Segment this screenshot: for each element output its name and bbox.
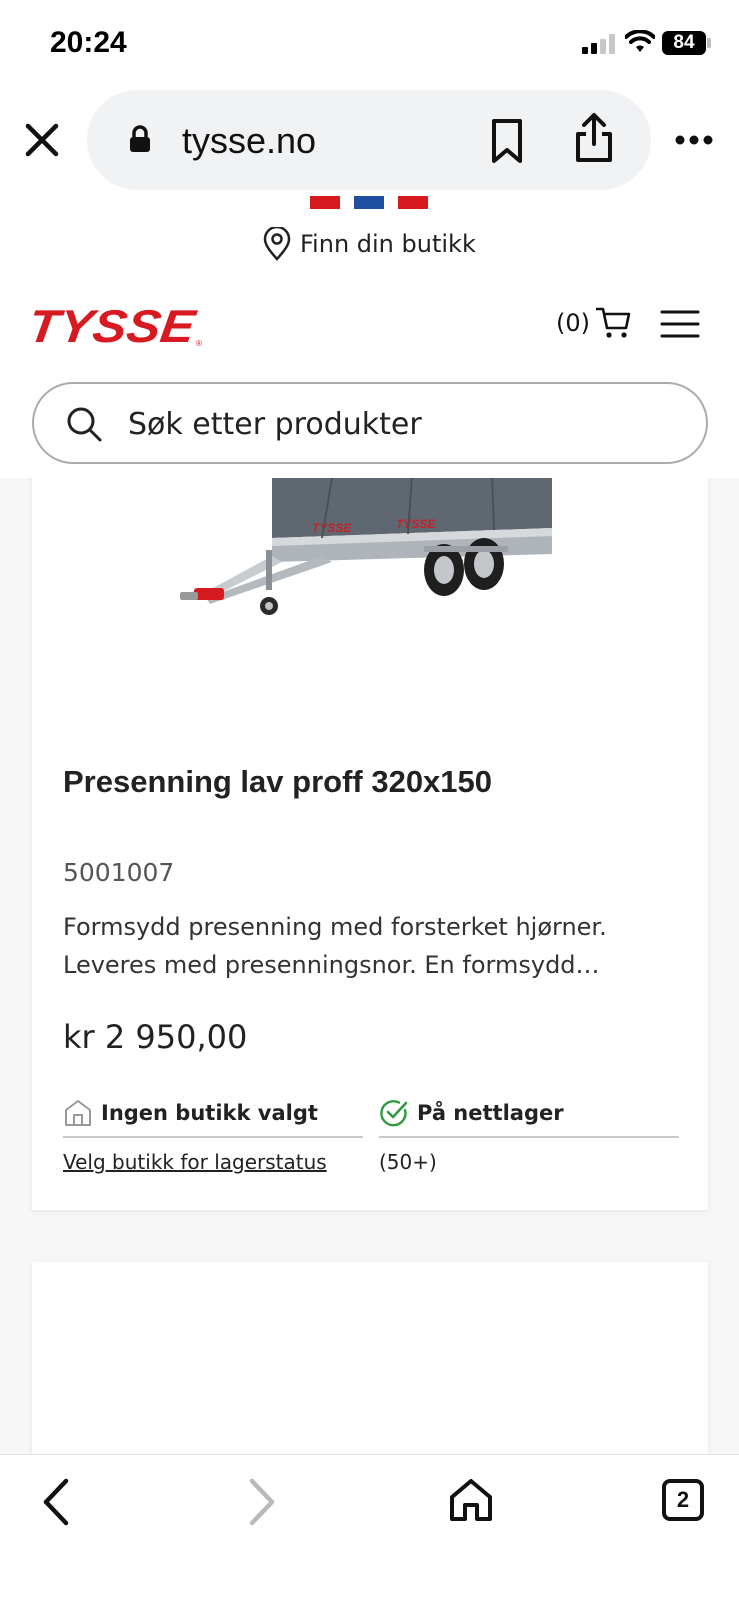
browser-toolbar: 2: [0, 1454, 739, 1600]
search-input[interactable]: [128, 402, 668, 446]
product-sku: 5001007: [63, 858, 175, 887]
forward-icon[interactable]: [244, 1477, 280, 1527]
share-icon[interactable]: [573, 112, 615, 164]
bookmark-icon[interactable]: [489, 118, 525, 164]
signal-icon: [582, 34, 616, 54]
tysse-logo[interactable]: TYSSE ®: [30, 302, 210, 350]
store-stock: Ingen butikk valgt Velg butikk for lager…: [63, 1094, 363, 1174]
battery-indicator: 84: [662, 31, 706, 55]
svg-text:TYSSE: TYSSE: [312, 521, 352, 535]
tabs-button[interactable]: 2: [662, 1479, 704, 1521]
search-box[interactable]: [32, 382, 708, 464]
wifi-icon: [625, 30, 655, 52]
home-icon[interactable]: [448, 1477, 494, 1523]
status-time: 20:24: [50, 26, 127, 59]
check-circle-icon: [380, 1100, 408, 1127]
close-icon[interactable]: [20, 118, 64, 162]
more-icon[interactable]: [674, 134, 714, 146]
product-description: Formsydd presenning med forsterket hjørn…: [63, 913, 607, 979]
status-bar: 20:24 84: [0, 0, 739, 80]
site-header: TYSSE ® (0): [0, 292, 739, 362]
online-stock-heading: På nettlager: [417, 1101, 564, 1125]
address-bar[interactable]: tysse.no: [87, 90, 651, 190]
lock-icon: [130, 125, 150, 152]
store-stock-heading: Ingen butikk valgt: [101, 1101, 318, 1125]
online-stock-header: På nettlager: [379, 1094, 679, 1138]
product-list[interactable]: TYSSE TYSSE Presenning lav proff 320x150…: [0, 478, 739, 1454]
flag-red-left: [310, 196, 340, 209]
svg-text:TYSSE: TYSSE: [396, 517, 436, 531]
select-store-link[interactable]: Velg butikk for lagerstatus: [63, 1150, 327, 1174]
store-stock-header: Ingen butikk valgt: [63, 1094, 363, 1138]
store-finder-link[interactable]: Finn din butikk: [262, 224, 476, 264]
online-stock-count: (50+): [379, 1150, 437, 1174]
product-card-next[interactable]: [32, 1262, 708, 1454]
svg-text:®: ®: [196, 339, 202, 348]
product-title[interactable]: Presenning lav proff 320x150: [63, 764, 492, 800]
store-finder-label: Finn din butikk: [300, 230, 476, 258]
store-icon: [65, 1100, 91, 1126]
browser-bar: tysse.no: [0, 88, 739, 192]
product-card[interactable]: TYSSE TYSSE Presenning lav proff 320x150…: [32, 478, 708, 1210]
url-text[interactable]: tysse.no: [182, 120, 316, 162]
cart-count: (0): [556, 309, 590, 337]
battery-cap: [707, 38, 711, 48]
cart-icon: [596, 307, 631, 338]
cart-button[interactable]: (0): [556, 306, 632, 340]
back-icon[interactable]: [38, 1477, 74, 1527]
svg-text:TYSSE: TYSSE: [30, 302, 200, 350]
online-stock: På nettlager (50+): [379, 1094, 679, 1174]
search-icon: [67, 407, 102, 442]
product-price: kr 2 950,00: [63, 1018, 248, 1056]
flag-red-right: [398, 196, 428, 209]
hamburger-menu-icon[interactable]: [660, 308, 700, 340]
flag-strip: [310, 196, 428, 210]
product-image[interactable]: TYSSE TYSSE: [172, 478, 592, 638]
flag-blue: [354, 196, 384, 209]
location-pin-icon: [263, 227, 291, 261]
